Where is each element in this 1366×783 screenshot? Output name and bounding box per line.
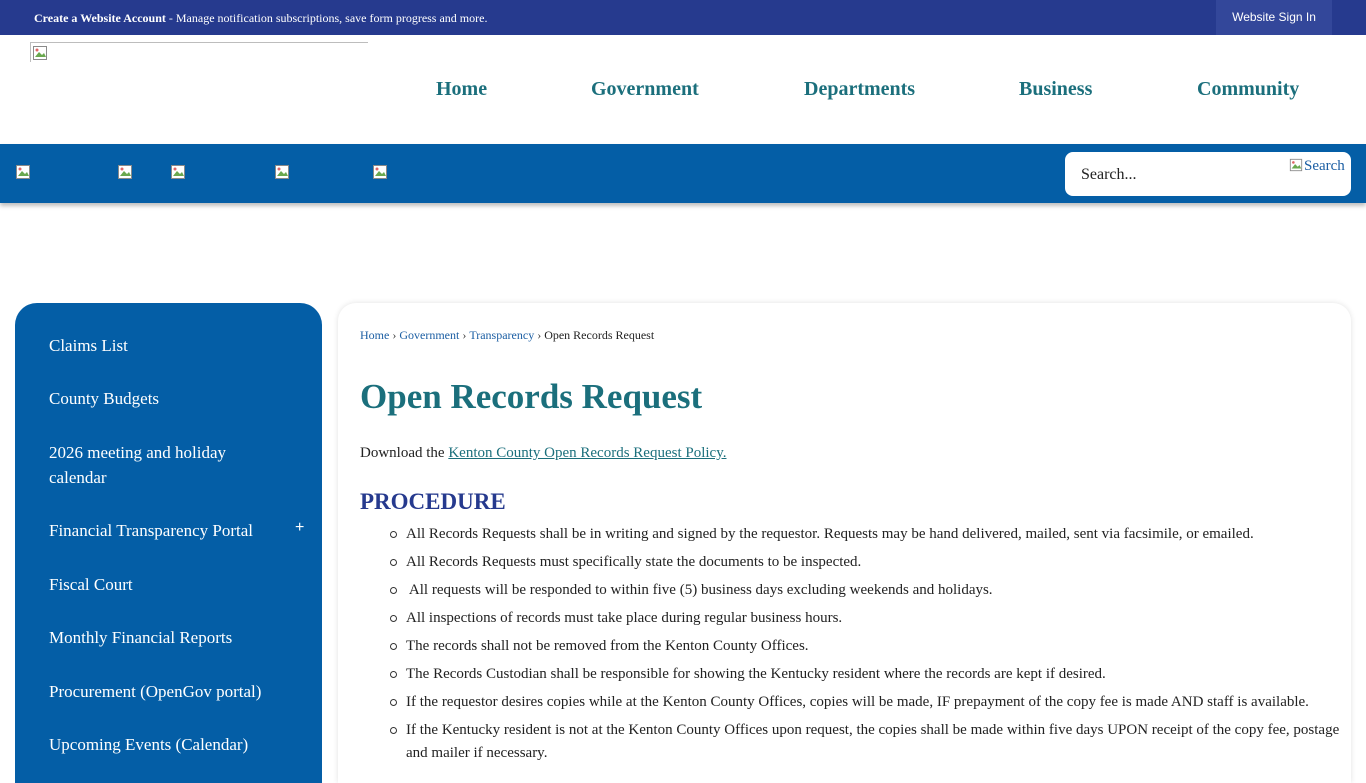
- breadcrumb-separator: ›: [392, 328, 397, 342]
- list-item: All requests will be responded to within…: [390, 579, 1341, 602]
- search-icon: [1289, 158, 1303, 172]
- bullet-icon: [390, 615, 397, 622]
- bullet-icon: [390, 727, 397, 734]
- list-item-text: If the requestor desires copies while at…: [406, 694, 1309, 710]
- bullet-icon: [390, 699, 397, 706]
- sidebar-item-financial-transparency-portal[interactable]: Financial Transparency Portal: [49, 518, 279, 543]
- broken-image-icon: [33, 46, 47, 60]
- intro-paragraph: Download the Kenton County Open Records …: [360, 445, 727, 462]
- quick-link-2-broken-image-icon[interactable]: [117, 164, 133, 180]
- policy-download-link[interactable]: Kenton County Open Records Request Polic…: [448, 445, 726, 461]
- bullet-icon: [390, 671, 397, 678]
- expand-financial-transparency-button[interactable]: +: [295, 519, 304, 537]
- list-item-text: The Records Custodian shall be responsib…: [406, 666, 1106, 682]
- list-item: All Records Requests must specifically s…: [390, 551, 1341, 574]
- page-title: Open Records Request: [360, 377, 703, 416]
- nav-departments[interactable]: Departments: [804, 78, 915, 101]
- list-item: If the Kentucky resident is not at the K…: [390, 719, 1341, 765]
- website-sign-in-button[interactable]: Website Sign In: [1216, 0, 1332, 35]
- bullet-icon: [390, 587, 397, 594]
- search-button-label: Search: [1304, 158, 1345, 174]
- quick-link-3-broken-image-icon[interactable]: [170, 164, 186, 180]
- breadcrumb-transparency[interactable]: Transparency: [469, 328, 534, 342]
- bullet-icon: [390, 643, 397, 650]
- sidebar-nav: Claims List County Budgets 2026 meeting …: [15, 303, 322, 783]
- create-account-link[interactable]: Create a Website Account: [34, 11, 166, 25]
- search-box: Search: [1065, 152, 1351, 196]
- list-item: The Records Custodian shall be responsib…: [390, 663, 1341, 686]
- bullet-icon: [390, 531, 397, 538]
- procedure-heading: PROCEDURE: [360, 489, 506, 514]
- list-item: The records shall not be removed from th…: [390, 635, 1341, 658]
- breadcrumb-government[interactable]: Government: [399, 328, 459, 342]
- sidebar-item-upcoming-events[interactable]: Upcoming Events (Calendar): [49, 732, 279, 757]
- create-account-message: Create a Website Account - Manage notifi…: [34, 10, 487, 26]
- search-button[interactable]: Search: [1289, 158, 1345, 175]
- nav-community[interactable]: Community: [1197, 78, 1299, 101]
- nav-home[interactable]: Home: [436, 78, 487, 101]
- sidebar-item-meeting-holiday-calendar[interactable]: 2026 meeting and holiday calendar: [49, 440, 249, 490]
- list-item-text: All inspections of records must take pla…: [406, 610, 843, 626]
- quick-link-4-broken-image-icon[interactable]: [274, 164, 290, 180]
- list-item-text: The records shall not be removed from th…: [406, 638, 809, 654]
- list-item-text: All Records Requests shall be in writing…: [406, 526, 1254, 542]
- procedure-list: All Records Requests shall be in writing…: [390, 523, 1341, 770]
- list-item-text: All requests will be responded to within…: [406, 582, 993, 598]
- sidebar-item-procurement[interactable]: Procurement (OpenGov portal): [49, 679, 279, 704]
- breadcrumb-current: Open Records Request: [544, 328, 655, 342]
- sidebar-item-fiscal-court[interactable]: Fiscal Court: [49, 572, 279, 597]
- intro-text: Download the: [360, 445, 449, 461]
- sidebar-item-monthly-financial-reports[interactable]: Monthly Financial Reports: [49, 625, 279, 650]
- list-item-text: If the Kentucky resident is not at the K…: [406, 722, 1340, 761]
- quick-link-5-broken-image-icon[interactable]: [372, 164, 388, 180]
- site-header: Home Government Departments Business Com…: [0, 35, 1366, 144]
- sidebar-item-county-budgets[interactable]: County Budgets: [49, 386, 279, 411]
- search-input[interactable]: [1079, 162, 1273, 188]
- breadcrumb-separator: ›: [537, 328, 542, 342]
- breadcrumb: Home › Government › Transparency › Open Record…: [360, 328, 654, 343]
- quick-link-1-broken-image-icon[interactable]: [15, 164, 31, 180]
- bullet-icon: [390, 559, 397, 566]
- breadcrumb-separator: ›: [462, 328, 467, 342]
- list-item: If the requestor desires copies while at…: [390, 691, 1341, 714]
- list-item-text: All Records Requests must specifically s…: [406, 554, 862, 570]
- create-account-description: - Manage notification subscriptions, sav…: [165, 11, 488, 25]
- list-item: All inspections of records must take pla…: [390, 607, 1341, 630]
- site-logo[interactable]: [30, 42, 368, 62]
- nav-government[interactable]: Government: [591, 78, 699, 101]
- quick-links-bar: Search: [0, 144, 1366, 203]
- nav-business[interactable]: Business: [1019, 78, 1092, 101]
- breadcrumb-home[interactable]: Home: [360, 328, 389, 342]
- account-bar: Create a Website Account - Manage notifi…: [0, 0, 1366, 35]
- list-item: All Records Requests shall be in writing…: [390, 523, 1341, 546]
- sidebar-item-claims-list[interactable]: Claims List: [49, 333, 279, 358]
- main-content: Home › Government › Transparency › Open Record…: [338, 303, 1351, 783]
